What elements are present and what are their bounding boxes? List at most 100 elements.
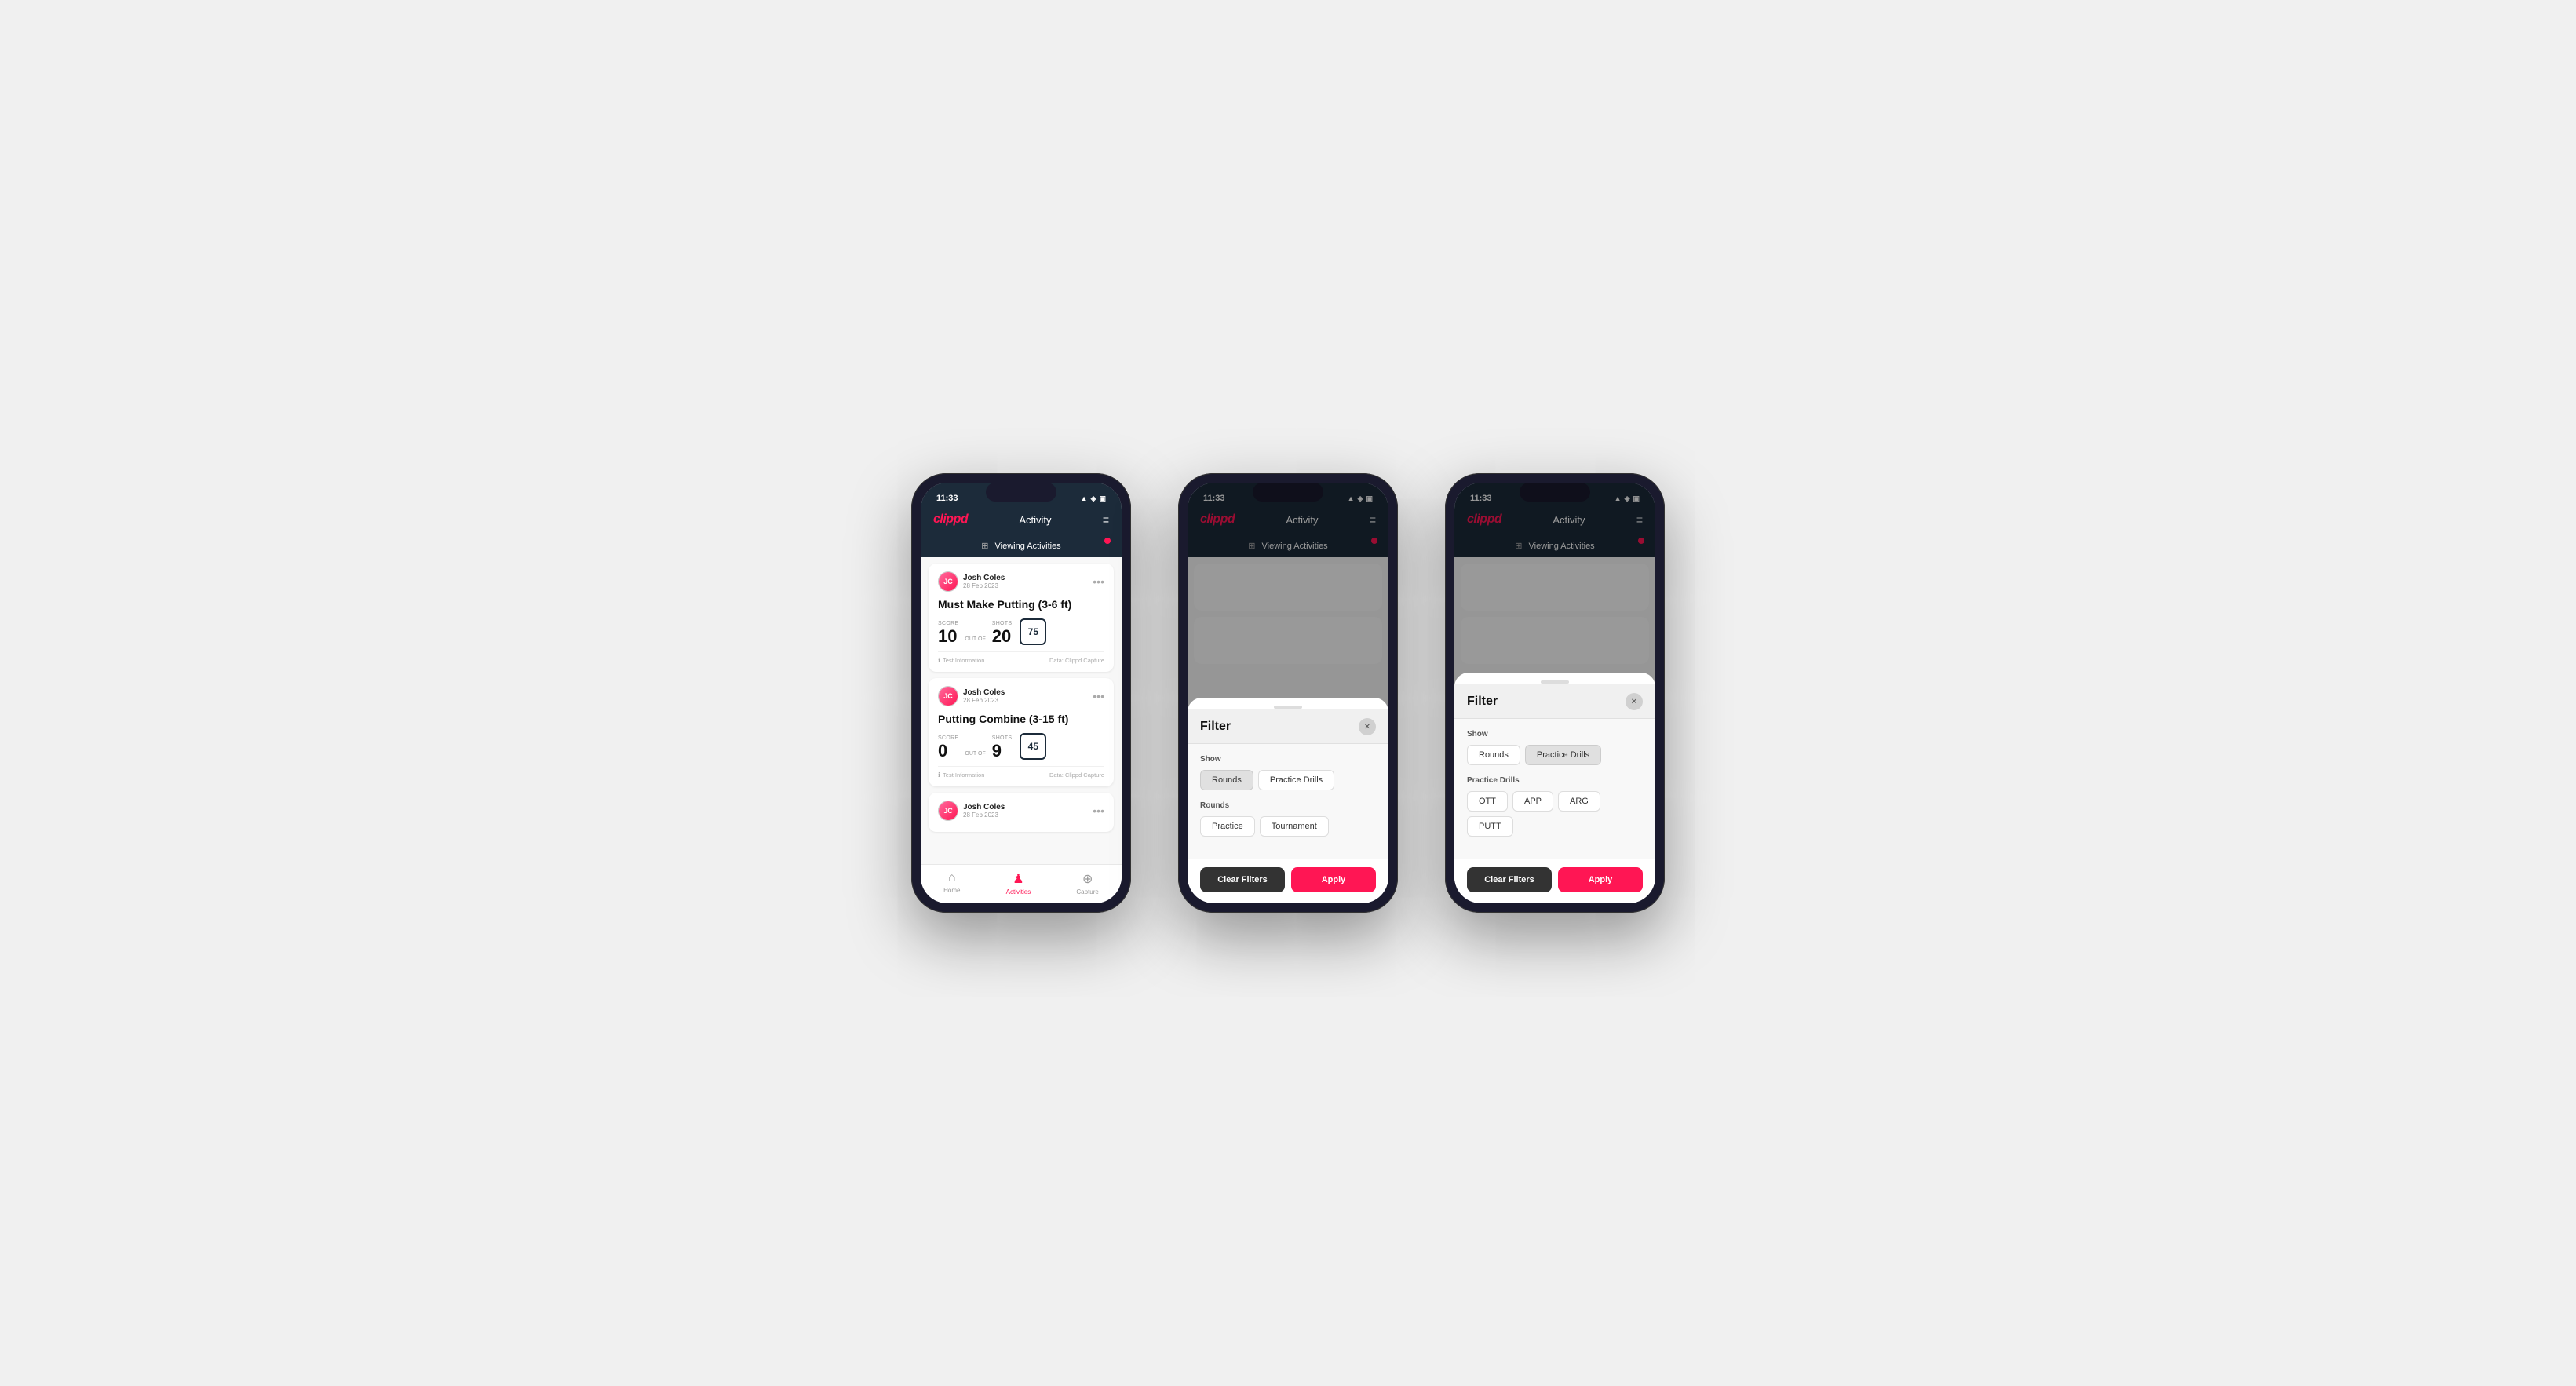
chip-arg-3[interactable]: ARG	[1558, 791, 1600, 812]
filter-title-2: Filter	[1200, 720, 1231, 734]
avatar-1: JC	[938, 571, 958, 592]
home-icon: ⌂	[948, 871, 956, 885]
nav-capture[interactable]: ⊕ Capture	[1076, 871, 1098, 895]
avatar-2: JC	[938, 686, 958, 706]
info-text-2: ℹ Test Information	[938, 771, 984, 779]
user-date-3: 28 Feb 2023	[963, 812, 1005, 819]
user-date-1: 28 Feb 2023	[963, 582, 1005, 589]
clear-filters-btn-3[interactable]: Clear Filters	[1467, 867, 1552, 892]
score-value-1: 10	[938, 628, 958, 645]
clear-filters-btn-2[interactable]: Clear Filters	[1200, 867, 1285, 892]
shot-quality-badge-1: 75	[1020, 618, 1046, 645]
info-icon-2: ℹ	[938, 771, 940, 779]
chip-tournament-2[interactable]: Tournament	[1260, 816, 1329, 837]
phone-screen-3: 11:33 ▲ ◈ ▣ clippd Activity ≡ ⊞ Viewing …	[1454, 483, 1655, 903]
rounds-label-2: Rounds	[1200, 801, 1376, 810]
activity-title-1: Must Make Putting (3-6 ft)	[938, 598, 1104, 611]
phone-screen-2: 11:33 ▲ ◈ ▣ clippd Activity ≡ ⊞ Viewing …	[1188, 483, 1388, 903]
practice-drills-label-3: Practice Drills	[1467, 776, 1643, 785]
card-header-3: JC Josh Coles 28 Feb 2023 •••	[938, 801, 1104, 821]
chip-practice-drills-3[interactable]: Practice Drills	[1525, 745, 1601, 765]
info-text-1: ℹ Test Information	[938, 657, 984, 664]
user-name-3: Josh Coles	[963, 803, 1005, 812]
nav-activities[interactable]: ♟ Activities	[1006, 871, 1031, 895]
user-info-2: JC Josh Coles 28 Feb 2023	[938, 686, 1005, 706]
show-label-3: Show	[1467, 730, 1643, 739]
filter-sheet-3: Filter ✕ Show Rounds Practice Drills Pra…	[1454, 673, 1655, 903]
chip-practice-2[interactable]: Practice	[1200, 816, 1255, 837]
show-label-2: Show	[1200, 755, 1376, 764]
filter-title-3: Filter	[1467, 695, 1498, 709]
show-chips-2: Rounds Practice Drills	[1200, 770, 1376, 790]
more-options-3[interactable]: •••	[1093, 804, 1104, 817]
nav-activities-label: Activities	[1006, 888, 1031, 895]
chip-ott-3[interactable]: OTT	[1467, 791, 1508, 812]
info-icon-1: ℹ	[938, 657, 940, 664]
shots-label-2: Shots	[992, 735, 1013, 741]
filter-close-2[interactable]: ✕	[1359, 718, 1376, 735]
card-header-1: JC Josh Coles 28 Feb 2023 •••	[938, 571, 1104, 592]
status-time-1: 11:33	[936, 494, 958, 503]
filter-body-3: Show Rounds Practice Drills Practice Dri…	[1454, 719, 1655, 859]
filter-close-3[interactable]: ✕	[1626, 693, 1643, 710]
activities-icon: ♟	[1013, 871, 1023, 887]
menu-icon-1[interactable]: ≡	[1103, 513, 1109, 526]
signal-icon: ▲	[1081, 494, 1088, 502]
user-name-2: Josh Coles	[963, 688, 1005, 697]
score-label-1: Score	[938, 621, 958, 626]
chip-rounds-3[interactable]: Rounds	[1467, 745, 1520, 765]
filter-actions-2: Clear Filters Apply	[1188, 859, 1388, 903]
filter-header-2: Filter ✕	[1188, 709, 1388, 744]
filter-body-2: Show Rounds Practice Drills Rounds Pract…	[1188, 744, 1388, 859]
phone-3: 11:33 ▲ ◈ ▣ clippd Activity ≡ ⊞ Viewing …	[1445, 473, 1665, 913]
more-options-1[interactable]: •••	[1093, 575, 1104, 588]
nav-home-label: Home	[943, 887, 960, 894]
user-info-3: JC Josh Coles 28 Feb 2023	[938, 801, 1005, 821]
score-value-2: 0	[938, 742, 958, 760]
phone-notch-1	[986, 483, 1056, 502]
filter-overlay-2: Filter ✕ Show Rounds Practice Drills Rou…	[1188, 483, 1388, 903]
activity-card-1: JC Josh Coles 28 Feb 2023 ••• Must Make …	[929, 564, 1114, 672]
shot-quality-value-2: 45	[1028, 741, 1038, 752]
shot-quality-badge-2: 45	[1020, 733, 1046, 760]
chip-rounds-2[interactable]: Rounds	[1200, 770, 1253, 790]
rounds-chips-2: Practice Tournament	[1200, 816, 1376, 837]
stats-row-2: Score 0 OUT OF Shots 9 45	[938, 733, 1104, 760]
screen-content-1: JC Josh Coles 28 Feb 2023 ••• Must Make …	[921, 557, 1122, 864]
activity-card-3: JC Josh Coles 28 Feb 2023 •••	[929, 793, 1114, 832]
data-text-2: Data: Clippd Capture	[1049, 771, 1104, 779]
chip-putt-3[interactable]: PUTT	[1467, 816, 1513, 837]
out-of-2: OUT OF	[965, 751, 985, 757]
filter-overlay-3: Filter ✕ Show Rounds Practice Drills Pra…	[1454, 483, 1655, 903]
activity-title-2: Putting Combine (3-15 ft)	[938, 713, 1104, 725]
apply-btn-2[interactable]: Apply	[1291, 867, 1376, 892]
card-footer-2: ℹ Test Information Data: Clippd Capture	[938, 766, 1104, 779]
status-icons-1: ▲ ◈ ▣	[1081, 494, 1106, 503]
bottom-nav-1: ⌂ Home ♟ Activities ⊕ Capture	[921, 864, 1122, 903]
chip-app-3[interactable]: APP	[1512, 791, 1553, 812]
out-of-1: OUT OF	[965, 636, 985, 642]
screens-container: 11:33 ▲ ◈ ▣ clippd Activity ≡ ⊞ Viewing …	[911, 473, 1665, 913]
user-date-2: 28 Feb 2023	[963, 697, 1005, 704]
app-title-1: Activity	[1019, 514, 1051, 526]
card-footer-1: ℹ Test Information Data: Clippd Capture	[938, 651, 1104, 664]
phone-2: 11:33 ▲ ◈ ▣ clippd Activity ≡ ⊞ Viewing …	[1178, 473, 1398, 913]
phone-screen-1: 11:33 ▲ ◈ ▣ clippd Activity ≡ ⊞ Viewing …	[921, 483, 1122, 903]
activity-card-2: JC Josh Coles 28 Feb 2023 ••• Putting Co…	[929, 678, 1114, 786]
user-info-1: JC Josh Coles 28 Feb 2023	[938, 571, 1005, 592]
nav-capture-label: Capture	[1076, 888, 1098, 895]
score-label-2: Score	[938, 735, 958, 741]
show-chips-3: Rounds Practice Drills	[1467, 745, 1643, 765]
user-name-1: Josh Coles	[963, 574, 1005, 582]
more-options-2[interactable]: •••	[1093, 690, 1104, 702]
shots-value-2: 9	[992, 742, 1013, 760]
data-text-1: Data: Clippd Capture	[1049, 657, 1104, 664]
shots-label-1: Shots	[992, 621, 1013, 626]
viewing-banner-1[interactable]: ⊞ Viewing Activities	[921, 534, 1122, 557]
capture-icon: ⊕	[1082, 871, 1093, 887]
filter-sheet-2: Filter ✕ Show Rounds Practice Drills Rou…	[1188, 698, 1388, 903]
apply-btn-3[interactable]: Apply	[1558, 867, 1643, 892]
chip-practice-drills-2[interactable]: Practice Drills	[1258, 770, 1334, 790]
nav-home[interactable]: ⌂ Home	[943, 871, 960, 895]
card-header-2: JC Josh Coles 28 Feb 2023 •••	[938, 686, 1104, 706]
